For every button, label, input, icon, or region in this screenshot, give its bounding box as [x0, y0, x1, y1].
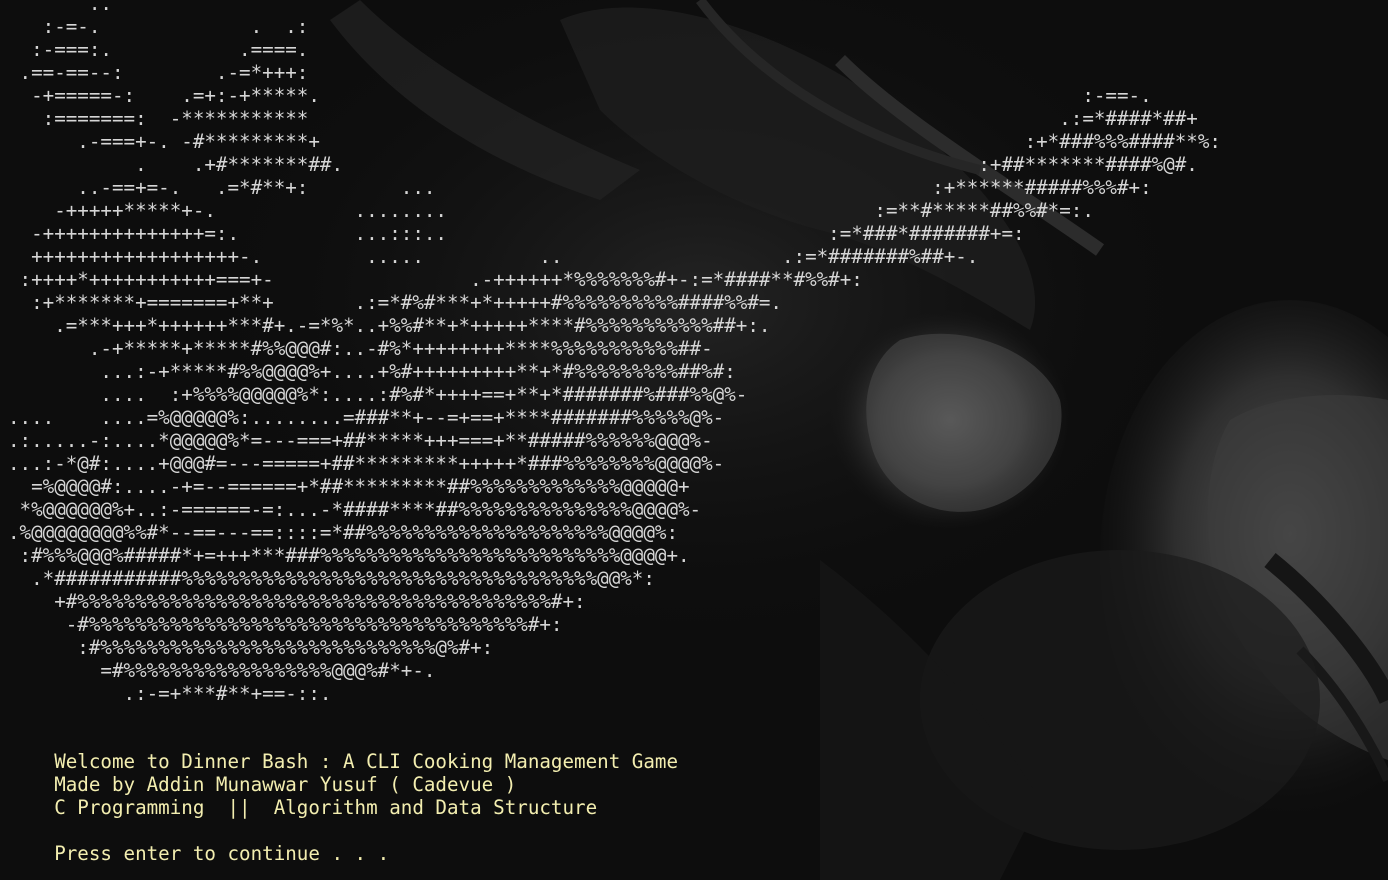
ascii-art-line: .==-==--: .-=*+++:: [8, 61, 309, 84]
ascii-art-line: ..-==+=-. .=*#**+: ... :+******#####%%%#…: [8, 176, 1152, 199]
ascii-art-line: ..: [8, 0, 112, 15]
ascii-art-line: ++++++++++++++++++-. ..... .. .:=*######…: [8, 245, 979, 268]
ascii-art-line: =#%%%%%%%%%%%%%%%%%%@@@%#*+-.: [8, 659, 436, 682]
continue-prompt[interactable]: Press enter to continue . . .: [8, 842, 389, 865]
ascii-art-line: -++++++++++++++=:. ...:::.. :=*###*#####…: [8, 222, 1025, 245]
ascii-art-line: .:-=+***#**+==-::.: [8, 682, 332, 705]
ascii-art-line: .%@@@@@@@@%%#*--==---==::::=*##%%%%%%%%%…: [8, 521, 679, 544]
ascii-art-line: :#%%%%%%%%%%%%%%%%%%%%%%%%%%%%%@%#+:: [8, 636, 494, 659]
ascii-art-line: -+++++*****+-. ........ :=**#*****##%%#*…: [8, 199, 1094, 222]
ascii-art-line: .-+*****+*****#%%@@@#:..-#%*++++++++****…: [8, 337, 713, 360]
course-subtitle: C Programming || Algorithm and Data Stru…: [8, 796, 598, 819]
ascii-art-line: :++++*+++++++++++===+- .-++++++*%%%%%%%#…: [8, 268, 863, 291]
ascii-art-line: -#%%%%%%%%%%%%%%%%%%%%%%%%%%%%%%%%%%%%%%…: [8, 613, 563, 636]
ascii-art-line: . .+#*******##. :+##*******####%@#.: [8, 153, 1198, 176]
ascii-art-line: .... :+%%%%@@@@@%*:....:#%#*++++==+**+*#…: [8, 383, 748, 406]
ascii-art-line: .-===+-. -#*********+ :+*###%%%####**%:: [8, 130, 1221, 153]
ascii-art-line: ...:-*@#:....+@@@#=---=====+##*********+…: [8, 452, 725, 475]
ascii-art-line: .:.....-:....*@@@@@%*=---===+##*****+++=…: [8, 429, 713, 452]
ascii-art-line: :-===:. .====.: [8, 38, 309, 61]
ascii-art-line: +#%%%%%%%%%%%%%%%%%%%%%%%%%%%%%%%%%%%%%%…: [8, 590, 586, 613]
ascii-art-line: :=======: -*********** .:=*####*##+: [8, 107, 1198, 130]
welcome-title: Welcome to Dinner Bash : A CLI Cooking M…: [8, 750, 679, 773]
ascii-art-line: :#%%%@@@%#####*+=+++***###%%%%%%%%%%%%%%…: [8, 544, 690, 567]
ascii-art-line: *%@@@@@@%+..:-======-=:...-*####****##%%…: [8, 498, 702, 521]
author-credit: Made by Addin Munawwar Yusuf ( Cadevue ): [8, 773, 517, 796]
ascii-art-line: :+*******+=======+**+ .:=*#%#***+*+++++#…: [8, 291, 782, 314]
ascii-art-line: :-=-. . .:: [8, 15, 309, 38]
ascii-art-line: -+=====-: .=+:-+*****. :-==-.: [8, 84, 1152, 107]
terminal-window[interactable]: .. :-=-. . .: :-===:. .====. .==-==--: .…: [0, 0, 1388, 880]
ascii-art-line: .=***+++*++++++***#+.-=*%*..+%%#**+*++++…: [8, 314, 771, 337]
ascii-art-line: .*###########%%%%%%%%%%%%%%%%%%%%%%%%%%%…: [8, 567, 655, 590]
ascii-art-line: .... ....=%@@@@@%:........=###**+--=+==+…: [8, 406, 725, 429]
ascii-art-line: =%@@@@#:....-+=--======+*##*********##%%…: [8, 475, 690, 498]
ascii-art-line: ...:-+*****#%%@@@@%+....+%#+++++++++**+*…: [8, 360, 736, 383]
